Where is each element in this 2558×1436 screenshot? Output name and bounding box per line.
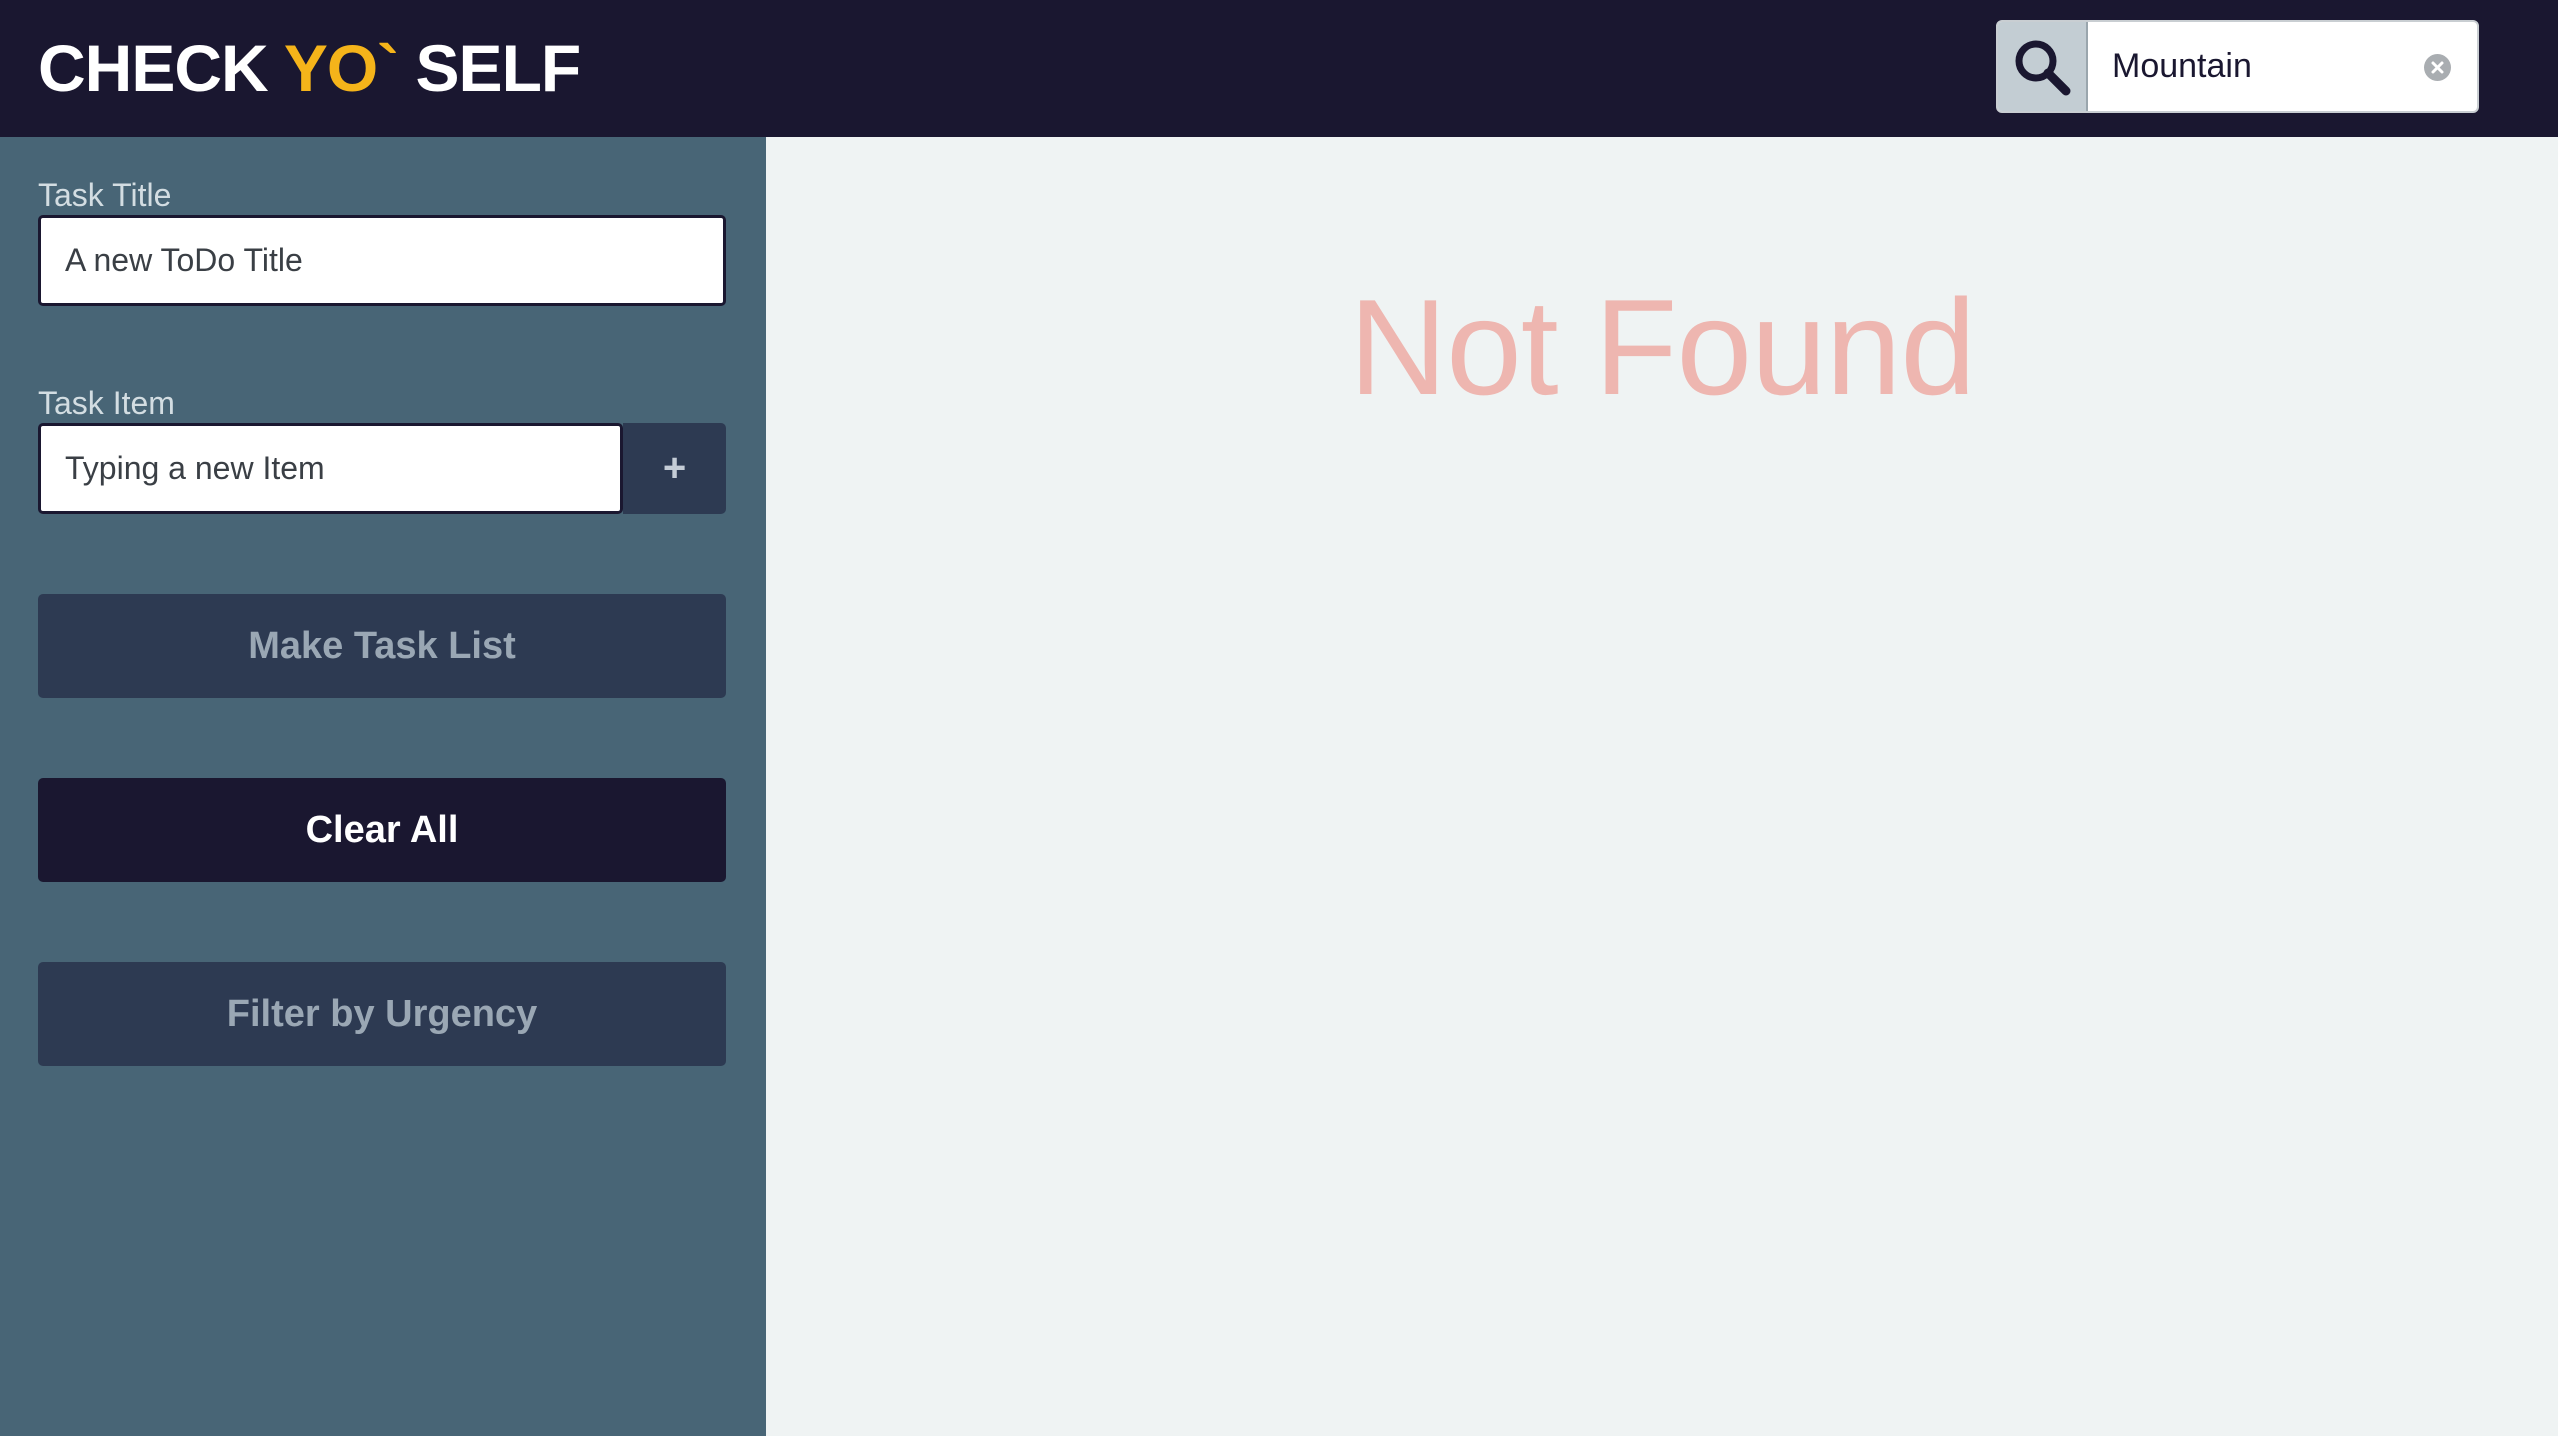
logo-check: CHECK: [38, 31, 269, 105]
logo-yo: YO`: [283, 31, 399, 105]
clear-search-button[interactable]: [2424, 54, 2451, 81]
task-list-area: Not Found: [766, 137, 2558, 1436]
search-button[interactable]: [1998, 22, 2088, 111]
clear-circle-icon: [2431, 61, 2444, 74]
app-logo: CHECK YO` SELF: [38, 30, 582, 106]
search-input[interactable]: [2090, 22, 2420, 111]
logo-self: SELF: [415, 31, 582, 105]
clear-all-button[interactable]: Clear All: [38, 778, 726, 882]
task-title-label: Task Title: [38, 177, 172, 213]
task-item-input[interactable]: [38, 423, 623, 514]
filter-by-urgency-button[interactable]: Filter by Urgency: [38, 962, 726, 1066]
sidebar: Task Title Task Item + Make Task List Cl…: [0, 137, 766, 1436]
search-bar: [1996, 20, 2479, 113]
not-found-message: Not Found: [1348, 271, 1976, 423]
app-header: CHECK YO` SELF: [0, 0, 2558, 137]
make-task-list-button[interactable]: Make Task List: [38, 594, 726, 698]
add-item-button[interactable]: +: [623, 423, 726, 514]
task-item-label: Task Item: [38, 385, 175, 421]
search-icon: [2015, 40, 2071, 95]
task-title-input[interactable]: [38, 215, 726, 306]
